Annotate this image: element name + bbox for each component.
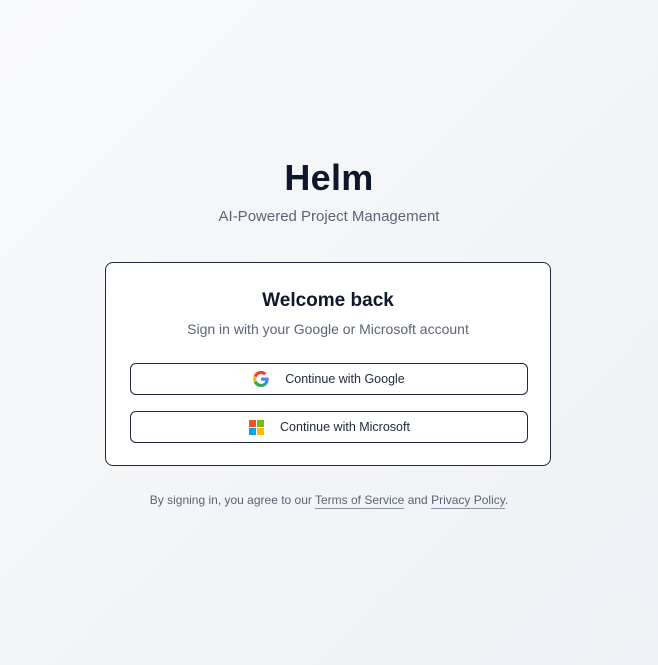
google-icon bbox=[253, 371, 269, 387]
privacy-policy-link[interactable]: Privacy Policy bbox=[431, 493, 505, 509]
microsoft-icon bbox=[248, 419, 264, 435]
google-button-label: Continue with Google bbox=[285, 372, 405, 386]
card-subtitle: Sign in with your Google or Microsoft ac… bbox=[187, 321, 469, 337]
sign-in-card: Welcome back Sign in with your Google or… bbox=[105, 262, 551, 466]
legal-conjunction: and bbox=[404, 493, 432, 507]
microsoft-button-label: Continue with Microsoft bbox=[280, 420, 410, 434]
card-title: Welcome back bbox=[262, 290, 394, 311]
legal-prefix: By signing in, you agree to our bbox=[149, 493, 315, 507]
brand-subtitle: AI-Powered Project Management bbox=[218, 208, 440, 225]
brand-title: Helm bbox=[284, 157, 374, 198]
legal-suffix: . bbox=[504, 493, 509, 507]
terms-of-service-link[interactable]: Terms of Service bbox=[315, 493, 405, 509]
legal-notice: By signing in, you agree to our Terms of… bbox=[0, 491, 658, 509]
continue-with-microsoft-button[interactable]: Continue with Microsoft bbox=[130, 411, 528, 443]
continue-with-google-button[interactable]: Continue with Google bbox=[130, 363, 528, 395]
